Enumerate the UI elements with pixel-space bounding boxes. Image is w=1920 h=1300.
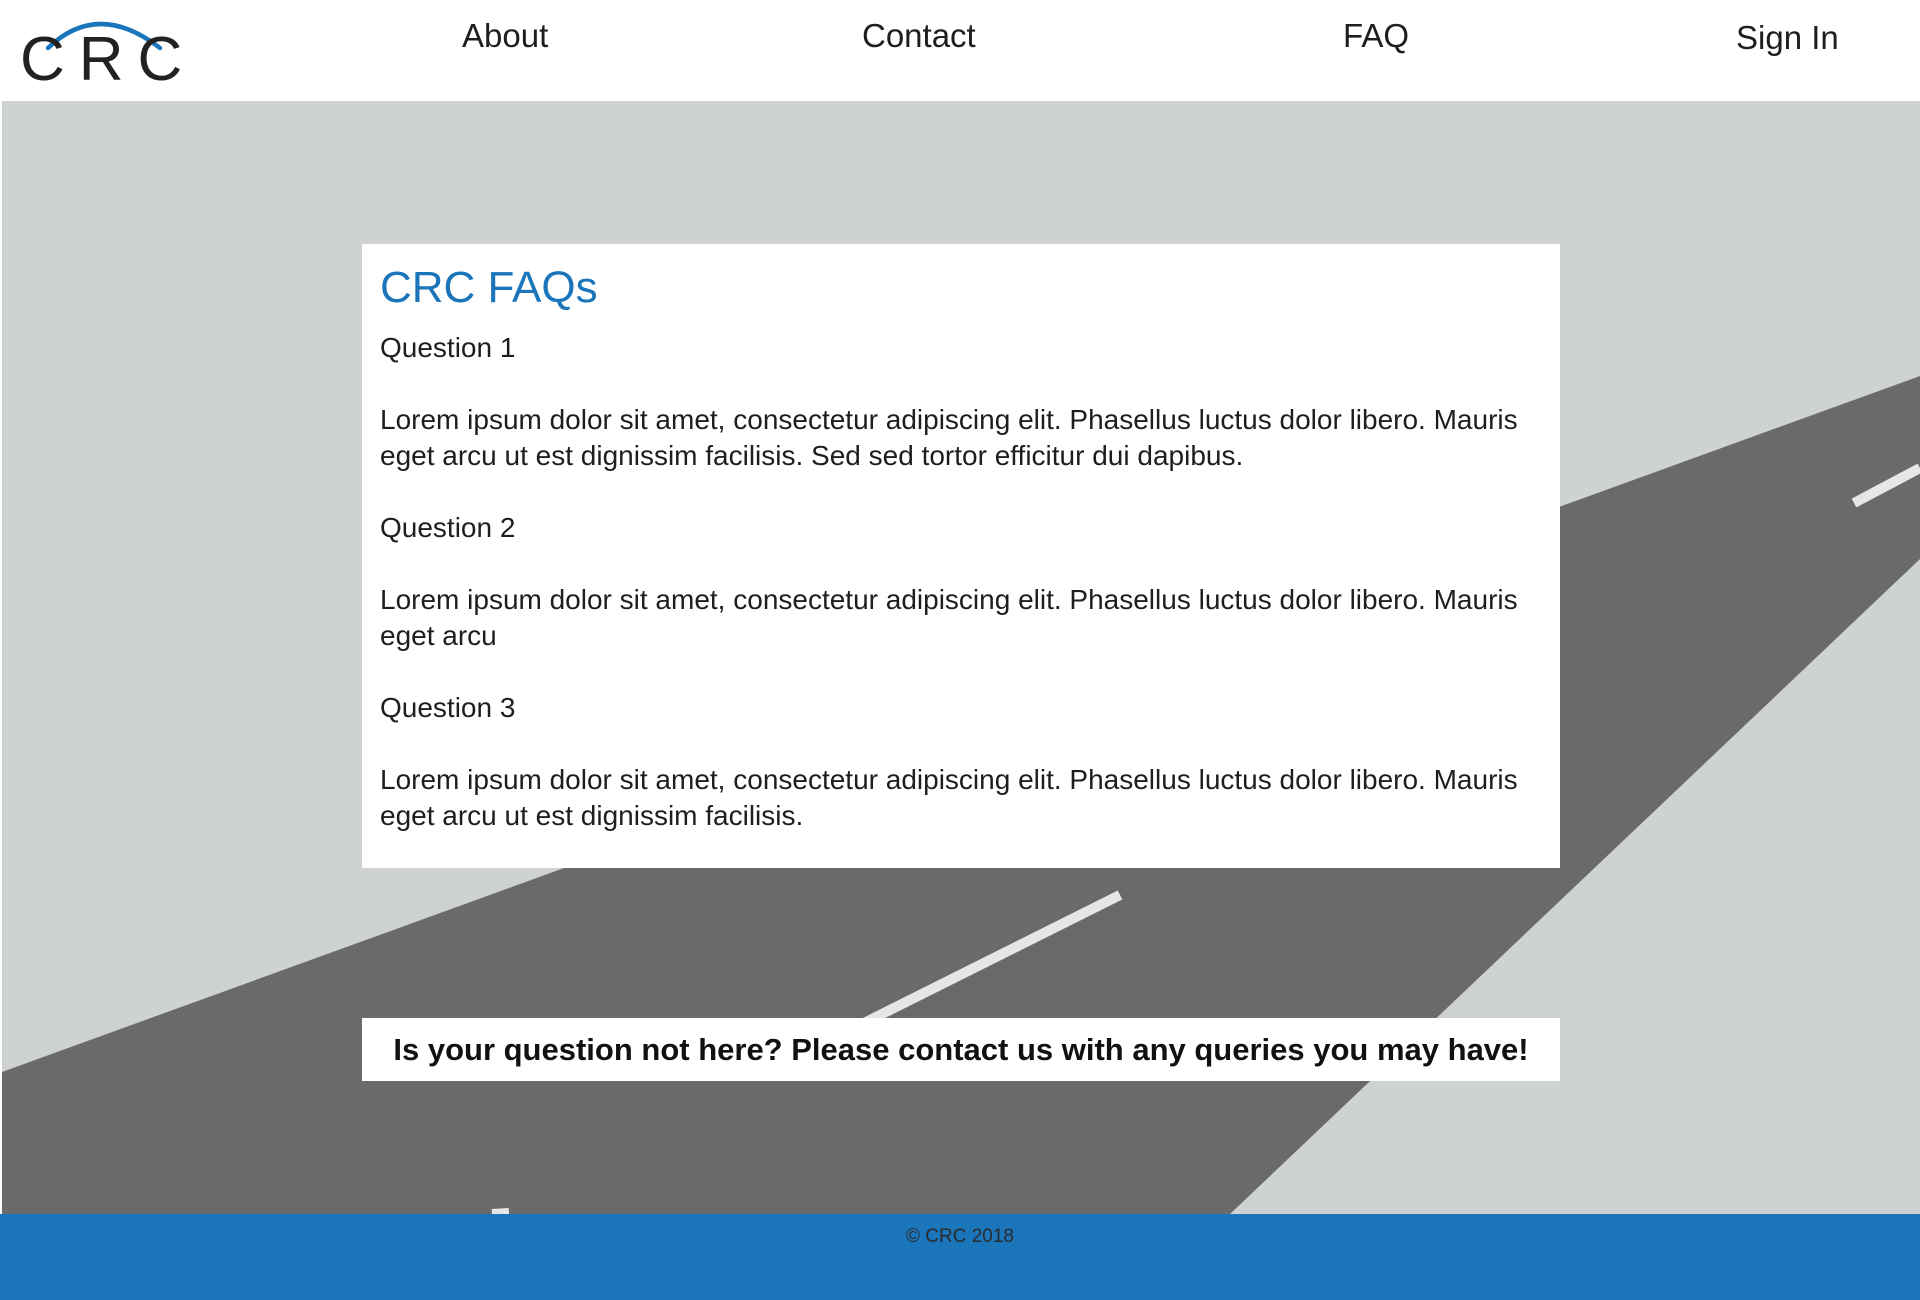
nav-contact-link[interactable]: Contact <box>862 14 976 58</box>
faq-item-3: Question 3 Lorem ipsum dolor sit amet, c… <box>380 690 1542 834</box>
nav-sign-in-link[interactable]: Sign In <box>1736 16 1839 60</box>
faq-card: CRC FAQs Question 1 Lorem ipsum dolor si… <box>362 244 1560 868</box>
nav-about-link[interactable]: About <box>462 14 548 58</box>
crc-logo[interactable]: CRC <box>20 8 182 94</box>
faq-question: Question 3 <box>380 692 516 723</box>
copyright-text: © CRC 2018 <box>906 1226 1014 1247</box>
site-footer: © CRC 2018 <box>0 1214 1920 1300</box>
faq-answer: Lorem ipsum dolor sit amet, consectetur … <box>380 764 1518 831</box>
logo-text: CRC <box>20 25 197 94</box>
faq-item-2: Question 2 Lorem ipsum dolor sit amet, c… <box>380 510 1542 654</box>
faq-answer: Lorem ipsum dolor sit amet, consectetur … <box>380 404 1518 471</box>
contact-banner-text: Is your question not here? Please contac… <box>393 1031 1529 1067</box>
faq-item-1: Question 1 Lorem ipsum dolor sit amet, c… <box>380 330 1542 474</box>
site-header: CRC About Contact FAQ Sign In <box>0 0 1920 101</box>
contact-banner: Is your question not here? Please contac… <box>362 1018 1560 1081</box>
faq-answer: Lorem ipsum dolor sit amet, consectetur … <box>380 584 1518 651</box>
faq-question: Question 1 <box>380 332 516 363</box>
faq-title: CRC FAQs <box>380 263 598 312</box>
nav-faq-link[interactable]: FAQ <box>1343 14 1409 58</box>
faq-question: Question 2 <box>380 512 516 543</box>
